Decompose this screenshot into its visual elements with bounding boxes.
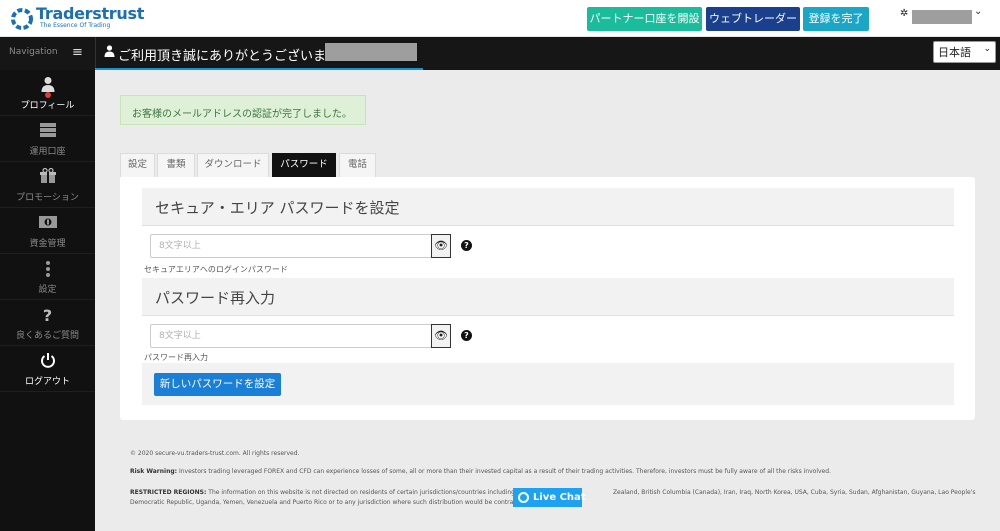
username-redacted <box>912 10 972 24</box>
copyright: © 2020 secure-vu.traders-trust.com. All … <box>130 450 300 457</box>
sidebar: プロフィール 運用口座 プロモーション 資金管理 設定 ? 良くあるご質問 ログ… <box>0 70 95 531</box>
set-new-password-button[interactable]: 新しいパスワードを設定 <box>154 373 281 396</box>
navigation-bar: Navigation ≡ ご利用頂き誠にありがとうございます <box>0 37 1000 70</box>
sidebar-item-label: 良くあるご質問 <box>15 331 79 341</box>
chevron-down-icon: ⌄ <box>983 44 991 54</box>
new-password-input[interactable] <box>150 234 432 258</box>
eye-icon[interactable]: 👁 <box>431 324 451 348</box>
sidebar-item-label: プロモーション <box>16 193 79 203</box>
sidebar-item-label: 運用口座 <box>29 147 66 157</box>
risk-warning: Risk Warning: Investors trading leverage… <box>130 468 831 475</box>
sidebar-item-funds[interactable]: 資金管理 <box>0 208 95 254</box>
success-alert: お客様のメールアドレスの認証が完了しました。 <box>120 95 366 125</box>
sidebar-item-profile[interactable]: プロフィール <box>0 70 95 116</box>
welcome-message: ご利用頂き誠にありがとうございます <box>118 49 340 64</box>
chevron-down-icon: ⌄ <box>974 6 983 17</box>
sidebar-item-label: 資金管理 <box>29 239 66 249</box>
section-title: パスワード再入力 <box>142 278 954 316</box>
field-hint: セキュアエリアへのログインパスワード <box>144 265 288 274</box>
tab-documents[interactable]: 書類 <box>157 153 195 177</box>
logo-tagline: The Essence Of Trading <box>40 22 111 29</box>
live-chat-label: Live Chat <box>533 492 586 503</box>
webtrader-button[interactable]: ウェブトレーダー <box>706 7 800 31</box>
user-icon <box>104 45 115 61</box>
sidebar-item-label: 設定 <box>38 285 57 295</box>
sidebar-item-label: プロフィール <box>20 101 75 111</box>
user-menu[interactable]: ✲ ⌄ <box>898 6 988 26</box>
language-select[interactable]: 日本語 ⌄ <box>933 41 996 63</box>
eye-icon[interactable]: 👁 <box>431 234 451 258</box>
form-actions: 新しいパスワードを設定 <box>142 363 954 405</box>
logo-icon <box>11 8 33 30</box>
sidebar-item-settings[interactable]: 設定 <box>0 254 95 300</box>
tab-settings[interactable]: 設定 <box>120 153 155 177</box>
divider <box>95 37 96 70</box>
power-icon <box>0 352 95 372</box>
top-header: Traderstrust The Essence Of Trading パートナ… <box>0 0 1000 37</box>
question-icon: ? <box>42 306 53 325</box>
tab-phone[interactable]: 電話 <box>339 153 376 177</box>
more-vertical-icon <box>0 260 95 282</box>
language-value: 日本語 <box>938 46 971 59</box>
confirm-password-input[interactable] <box>150 324 432 348</box>
field-hint: パスワード再入力 <box>144 353 208 362</box>
sidebar-item-label: ログアウト <box>24 377 70 387</box>
tab-password[interactable]: パスワード <box>272 153 336 177</box>
sidebar-item-promotions[interactable]: プロモーション <box>0 162 95 208</box>
name-redacted <box>325 43 417 61</box>
complete-registration-button[interactable]: 登録を完了 <box>803 7 869 31</box>
money-icon <box>0 214 95 233</box>
sidebar-item-faq[interactable]: ? 良くあるご質問 <box>0 300 95 346</box>
restricted-title: RESTRICTED REGIONS: <box>130 489 207 496</box>
tab-downloads[interactable]: ダウンロード <box>197 153 269 177</box>
help-icon[interactable]: ? <box>461 330 472 341</box>
sidebar-item-accounts[interactable]: 運用口座 <box>0 116 95 162</box>
help-icon[interactable]: ? <box>461 240 472 251</box>
active-underline <box>95 68 423 70</box>
gift-icon <box>0 167 95 188</box>
live-chat-button[interactable]: Live Chat <box>513 488 586 507</box>
navigation-label: Navigation <box>9 47 58 57</box>
gear-icon: ✲ <box>900 8 909 19</box>
sidebar-item-logout[interactable]: ログアウト <box>0 346 95 392</box>
risk-title: Risk Warning: <box>130 468 178 475</box>
logo-name: Traderstrust <box>36 4 145 23</box>
password-panel: セキュア・エリア パスワードを設定 👁 ? セキュアエリアへのログインパスワード… <box>120 177 975 420</box>
hamburger-icon[interactable]: ≡ <box>72 45 83 60</box>
open-partner-account-button[interactable]: パートナー口座を開設 <box>587 7 702 31</box>
server-icon <box>0 122 95 142</box>
risk-text: Investors trading leveraged FOREX and CF… <box>177 468 831 475</box>
chat-icon <box>518 492 529 503</box>
section-title: セキュア・エリア パスワードを設定 <box>142 188 954 226</box>
